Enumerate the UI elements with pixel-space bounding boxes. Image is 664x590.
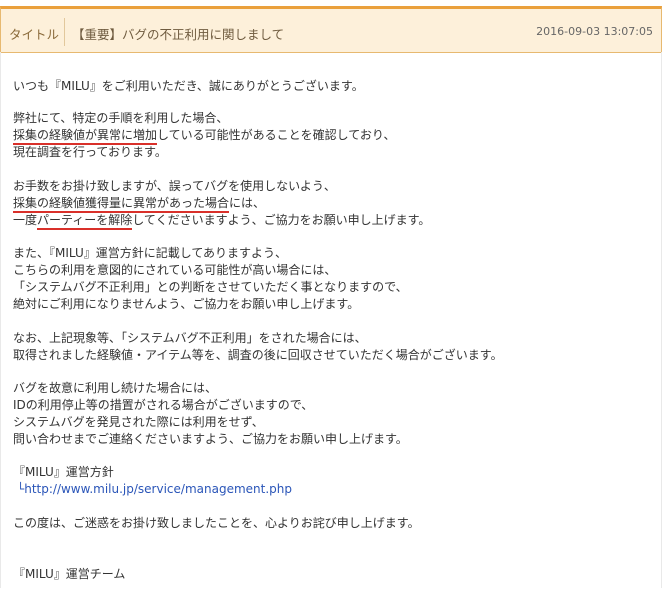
- paragraph-text: また、『MILU』運営方針に記載してありますよう、: [13, 246, 288, 260]
- underlined-text: パーティーを解除: [37, 213, 133, 230]
- policy-heading: 『MILU』運営方針: [13, 465, 114, 479]
- notice-date: 2016-09-03 13:07:05: [536, 25, 653, 38]
- text-span: 一度: [13, 213, 38, 227]
- paragraph-text: 採集の経験値が異常に増加している可能性があることを確認しており、: [13, 127, 396, 145]
- title-label: タイトル: [9, 27, 60, 42]
- paragraph-text: システムバグを発見された際には利用をせず、: [13, 415, 264, 429]
- paragraph-text: 絶対にご利用になりませんよう、ご協力をお願い申し上げます。: [13, 297, 360, 311]
- underlined-text: 採集の経験値獲得量に異常があった場合: [13, 196, 230, 213]
- paragraph-text: 採集の経験値獲得量に異常があった場合には、: [13, 195, 266, 213]
- underlined-text: 採集の経験値が異常に増加: [13, 128, 158, 145]
- notice-header: タイトル 【重要】バグの不正利用に関しまして 2016-09-03 13:07:…: [0, 6, 662, 53]
- paragraph-text: 取得されました経験値・アイテム等を、調査の後に回収させていただく場合がございます…: [13, 348, 503, 362]
- paragraph-text: 「システムバグ不正利用」との判断をさせていただく事となりますので、: [13, 280, 408, 294]
- paragraph-greeting: いつも『MILU』をご利用いただき、誠にありがとうございます。: [13, 79, 364, 93]
- paragraph-text: 弊社にて、特定の手順を利用した場合、: [13, 111, 229, 125]
- paragraph-text: こちらの利用を意図的にされている可能性が高い場合には、: [13, 263, 337, 277]
- paragraph-text: お手数をお掛け致しますが、誤ってバグを使用しないよう、: [13, 179, 336, 193]
- management-policy-link[interactable]: http://www.milu.jp/service/management.ph…: [24, 482, 292, 496]
- paragraph-text: IDの利用停止等の措置がされる場合がございますので、: [13, 398, 314, 412]
- text-span: には、: [229, 196, 266, 210]
- paragraph-text: 問い合わせまでご連絡くださいますよう、ご協力をお願い申し上げます。: [13, 432, 408, 446]
- paragraph-text: バグを故意に利用し続けた場合には、: [13, 381, 218, 395]
- notice-title: 【重要】バグの不正利用に関しまして: [72, 27, 285, 42]
- paragraph-apology: この度は、ご迷惑をお掛け致しましたことを、心よりお詫び申し上げます。: [13, 516, 420, 530]
- signature: 『MILU』運営チーム: [13, 567, 126, 581]
- text-span: している可能性があることを確認しており、: [157, 128, 396, 142]
- policy-link-row: └http://www.milu.jp/service/management.p…: [17, 481, 292, 497]
- text-span: してくださいますよう、ご協力をお願い申し上げます。: [132, 213, 431, 227]
- paragraph-text: 一度パーティーを解除してくださいますよう、ご協力をお願い申し上げます。: [13, 212, 431, 230]
- paragraph-text: なお、上記現象等、「システムバグ不正利用」をされた場合には、: [13, 331, 367, 345]
- paragraph-text: 現在調査を行っております。: [13, 145, 167, 159]
- header-divider: [64, 18, 65, 46]
